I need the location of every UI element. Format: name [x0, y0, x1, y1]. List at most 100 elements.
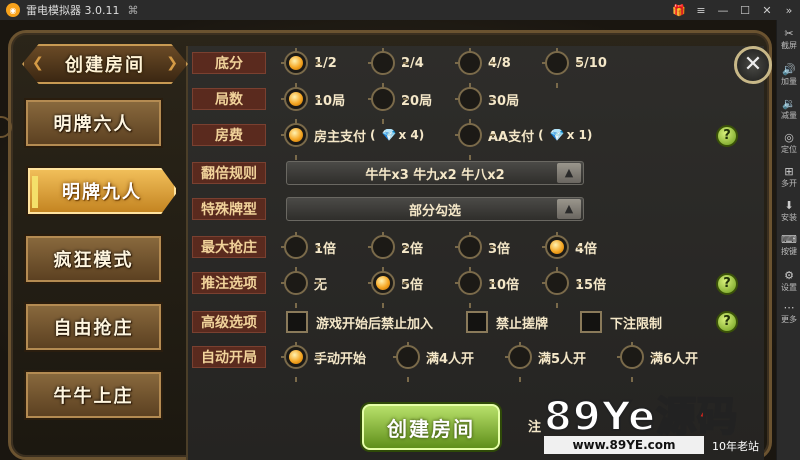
sidebar-item-multi[interactable]: ⊞ 多开	[777, 166, 800, 189]
right-arrow-icon: ❯	[166, 55, 178, 71]
radio-button	[455, 268, 495, 308]
radio-difen-2[interactable]: 2/4	[368, 48, 424, 88]
diamond-icon: 💎	[381, 128, 397, 142]
checkbox-no-join[interactable]: 游戏开始后禁止加入	[286, 310, 433, 334]
radio-zidong-6[interactable]: 满6人开	[617, 342, 698, 382]
watermark-logo-b: 源码	[655, 393, 739, 441]
radio-difen-1[interactable]: 1/2	[281, 48, 337, 88]
multi-instance-icon: ⊞	[784, 165, 794, 178]
checkbox-label: 下注限制	[610, 316, 663, 332]
emulator-titlebar: ◉ 雷电模拟器 3.0.11 ⌘ 🎁 ≡ — ☐ ✕ »	[0, 0, 800, 20]
radio-fangfei-owner[interactable]: 房主支付 ( 💎 x 4 )	[281, 120, 424, 160]
mode-label: 牛牛上庄	[53, 386, 134, 407]
dropdown-fanbei[interactable]: 牛牛x3 牛九x2 牛八x2 ▲	[286, 161, 584, 185]
mode-tab-mingpai-six[interactable]: 明牌六人	[24, 98, 163, 148]
sidebar-item-volume-up[interactable]: 🔊 加量	[777, 64, 800, 87]
chevron-up-icon[interactable]: ▲	[557, 199, 581, 219]
radio-fangfei-aa[interactable]: AA支付 ( 💎 x 1 )	[455, 120, 592, 160]
diamond-icon: 💎	[549, 128, 565, 142]
create-room-button[interactable]: 创建房间	[362, 404, 500, 450]
radio-label: 手动开始	[314, 351, 367, 367]
dropdown-value: 牛牛x3 牛九x2 牛八x2	[365, 167, 505, 183]
mode-tab-mingpai-nine[interactable]: 明牌九人	[26, 166, 178, 216]
row-label-qiangzhuang: 最大抢庄	[192, 236, 266, 258]
radio-difen-3[interactable]: 4/8	[455, 48, 511, 88]
mode-label: 疯狂模式	[53, 250, 134, 271]
minimize-button[interactable]: —	[712, 4, 734, 17]
sidebar-item-volume-down[interactable]: 🔉 减量	[777, 98, 800, 121]
location-icon: ◎	[784, 131, 794, 144]
scissors-icon: ✂	[784, 27, 794, 40]
radio-button	[393, 342, 433, 382]
volume-down-icon: 🔉	[782, 97, 796, 110]
sidebar-item-more[interactable]: ⋯ 更多	[777, 302, 800, 325]
radio-jushu-1[interactable]: 10局	[281, 84, 345, 124]
radio-zidong-5[interactable]: 满5人开	[505, 342, 587, 382]
radio-tuizhu-10[interactable]: 10倍	[455, 268, 519, 308]
mode-tab-free-grab[interactable]: 自由抢庄	[24, 302, 163, 352]
help-tuizhu-icon[interactable]: ?	[716, 273, 738, 295]
radio-zidong-4[interactable]: 满4人开	[393, 342, 474, 382]
watermark-logo-a: 89Ye	[543, 393, 657, 441]
checkbox-label: 游戏开始后禁止加入	[316, 316, 434, 332]
gamepad-icon[interactable]: ⌘	[127, 4, 138, 17]
help-fangfei-icon[interactable]: ?	[716, 125, 738, 147]
checkbox	[580, 311, 602, 333]
radio-button	[281, 48, 321, 88]
dropdown-teshu[interactable]: 部分勾选 ▲	[286, 197, 584, 221]
dialog-title: ❮ 创建房间 ❯	[22, 44, 188, 84]
radio-jushu-3[interactable]: 30局	[455, 84, 519, 124]
emulator-sidebar: ✂ 截屏 🔊 加量 🔉 减量 ◎ 定位 ⊞ 多开 ⬇ 安装 ⌨ 按键 ⚙ 设置 …	[776, 20, 800, 460]
radio-difen-4[interactable]: 5/10	[542, 48, 607, 88]
radio-qiangzhuang-3[interactable]: 3倍	[455, 232, 510, 272]
volume-up-icon: 🔊	[782, 63, 796, 76]
checkbox-no-squeeze[interactable]: 禁止搓牌	[466, 310, 548, 334]
radio-qiangzhuang-1[interactable]: 1倍	[281, 232, 336, 272]
more-icon: ⋯	[783, 301, 795, 314]
radio-button	[455, 48, 495, 88]
radio-button	[542, 232, 582, 272]
keyboard-icon: ⌨	[781, 233, 797, 246]
expand-sidebar-button[interactable]: »	[778, 4, 800, 17]
sidebar-item-install[interactable]: ⬇ 安装	[777, 200, 800, 223]
radio-button	[368, 48, 408, 88]
row-label-jushu: 局数	[192, 88, 266, 110]
sidebar-item-label: 加量	[781, 77, 797, 86]
close-window-button[interactable]: ✕	[756, 4, 778, 17]
watermark-tag: 10年老站	[712, 440, 759, 453]
radio-button	[281, 268, 321, 308]
sidebar-item-location[interactable]: ◎ 定位	[777, 132, 800, 155]
sidebar-item-label: 截屏	[781, 41, 797, 50]
sidebar-item-screenshot[interactable]: ✂ 截屏	[777, 28, 800, 51]
maximize-button[interactable]: ☐	[734, 4, 756, 17]
close-dialog-button[interactable]: ✕	[734, 46, 772, 84]
radio-tuizhu-15[interactable]: 15倍	[542, 268, 606, 308]
sidebar-item-label: 减量	[781, 111, 797, 120]
chevron-up-icon[interactable]: ▲	[557, 163, 581, 183]
radio-tuizhu-5[interactable]: 5倍	[368, 268, 423, 308]
radio-button	[542, 268, 582, 308]
paren-open: (	[370, 128, 376, 142]
radio-button	[368, 232, 408, 272]
radio-jushu-2[interactable]: 20局	[368, 84, 432, 124]
gift-icon[interactable]: 🎁	[668, 4, 690, 17]
mode-tab-crazy[interactable]: 疯狂模式	[24, 234, 163, 284]
radio-qiangzhuang-2[interactable]: 2倍	[368, 232, 423, 272]
radio-tuizhu-none[interactable]: 无	[281, 268, 327, 308]
radio-zidong-manual[interactable]: 手动开始	[281, 342, 367, 382]
watermark-logo: 89Ye源码	[543, 384, 738, 441]
radio-qiangzhuang-4[interactable]: 4倍	[542, 232, 597, 272]
help-gaoji-icon[interactable]: ?	[716, 311, 738, 333]
menu-icon[interactable]: ≡	[690, 4, 712, 17]
sidebar-item-keys[interactable]: ⌨ 按键	[777, 234, 800, 257]
radio-button	[281, 120, 321, 160]
radio-button	[281, 84, 321, 124]
mode-label: 明牌九人	[62, 182, 142, 203]
sidebar-item-settings[interactable]: ⚙ 设置	[777, 270, 800, 293]
radio-button	[281, 342, 321, 382]
radio-button	[617, 342, 657, 382]
radio-label: 满5人开	[538, 351, 587, 367]
radio-button	[455, 84, 495, 124]
mode-tab-niuniu-banker[interactable]: 牛牛上庄	[24, 370, 163, 420]
checkbox-bet-limit[interactable]: 下注限制	[580, 310, 662, 334]
